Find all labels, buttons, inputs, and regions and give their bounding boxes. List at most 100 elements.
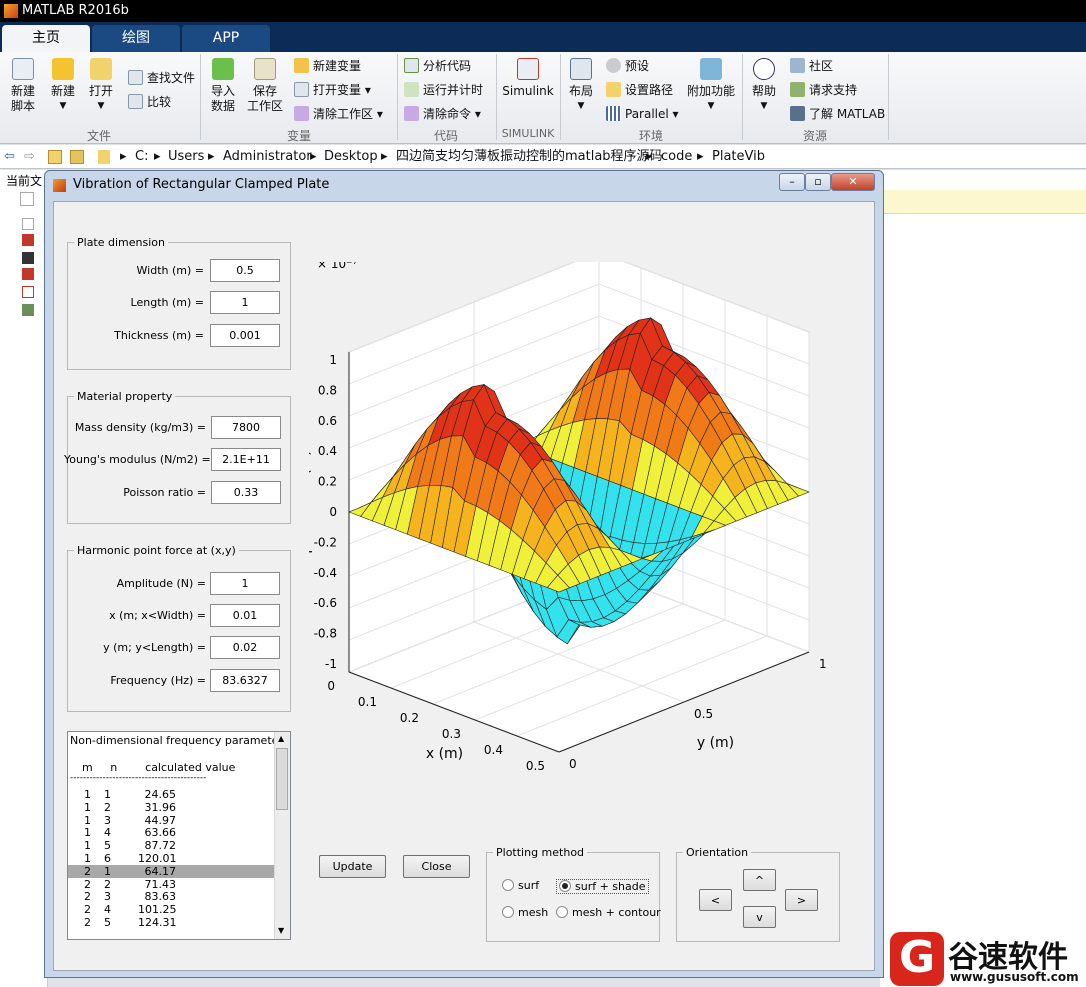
- set-path-button[interactable]: 设置路径: [606, 82, 673, 98]
- radio-mesh[interactable]: mesh: [502, 906, 548, 919]
- minimize-button[interactable]: –: [779, 173, 805, 191]
- frequency-input[interactable]: 83.6327: [210, 669, 280, 692]
- poisson-ratio-input[interactable]: 0.33: [211, 481, 281, 504]
- z-tick-label: 0.2: [318, 475, 337, 489]
- pdf-file-icon[interactable]: [22, 286, 34, 298]
- new-variable-button[interactable]: 新建变量: [294, 58, 361, 74]
- clear-workspace-button[interactable]: 清除工作区 ▾: [294, 106, 383, 122]
- radio-indicator: [559, 880, 571, 892]
- run-and-time-button[interactable]: 运行并计时: [404, 82, 483, 98]
- z-tick-label: -1: [325, 657, 337, 671]
- list-item[interactable]: 1 4 63.66: [68, 826, 274, 839]
- path-segment[interactable]: Users: [168, 145, 204, 168]
- clear-commands-button[interactable]: 清除命令 ▾: [404, 106, 481, 122]
- addons-button[interactable]: 附加功能 ▼: [686, 58, 736, 114]
- update-button[interactable]: Update: [319, 855, 386, 878]
- forward-arrow-icon[interactable]: ⇨: [24, 145, 35, 168]
- path-segment[interactable]: C:: [135, 145, 148, 168]
- surface-plot[interactable]: 1 0.8 0.6 0.4 0.2 0 -0.2 -0.4 -0.6 -0.8 -1 0 0.1 0.2 0…: [309, 262, 849, 822]
- radio-surf[interactable]: surf: [502, 879, 539, 892]
- path-segment[interactable]: code: [661, 145, 692, 168]
- parallel-button[interactable]: Parallel ▾: [606, 106, 679, 122]
- close-window-button[interactable]: ✕: [831, 173, 875, 191]
- open-button[interactable]: 打开 ▼: [84, 58, 118, 114]
- rotate-right-button[interactable]: >: [785, 889, 818, 911]
- file-icon[interactable]: [20, 192, 34, 206]
- list-item[interactable]: 2 1 64.17: [68, 864, 274, 878]
- plotting-method-panel: Plotting method: [486, 846, 660, 942]
- scroll-down-icon[interactable]: ▼: [278, 926, 284, 935]
- radio-mesh-contour[interactable]: mesh + contour: [556, 906, 661, 919]
- analyze-code-button[interactable]: 分析代码: [404, 58, 471, 74]
- list-item[interactable]: 2 4 101.25: [68, 903, 274, 916]
- find-files-button[interactable]: 查找文件: [128, 70, 195, 86]
- list-item[interactable]: 2 3 83.63: [68, 890, 274, 903]
- width-input[interactable]: 0.5: [210, 259, 280, 282]
- list-scrollbar[interactable]: ▲ ▼: [274, 732, 290, 939]
- rotate-up-button[interactable]: ^: [743, 869, 776, 891]
- list-item[interactable]: 1 5 87.72: [68, 839, 274, 852]
- file-icon[interactable]: [22, 268, 34, 280]
- length-input[interactable]: 1: [210, 291, 280, 314]
- community-button[interactable]: 社区: [790, 58, 833, 74]
- layout-button[interactable]: 布局 ▼: [566, 58, 596, 114]
- list-item[interactable]: 1 2 31.96: [68, 801, 274, 814]
- figure-app-icon: [53, 179, 66, 192]
- save-workspace-button[interactable]: 保存 工作区: [246, 58, 284, 114]
- amplitude-input[interactable]: 1: [210, 572, 280, 595]
- file-icon[interactable]: [22, 218, 34, 230]
- list-item[interactable]: 1 1 24.65: [68, 788, 274, 801]
- request-support-button[interactable]: 请求支持: [790, 82, 857, 98]
- back-arrow-icon[interactable]: ⇦: [4, 145, 15, 168]
- file-icon[interactable]: [22, 234, 34, 246]
- path-segment[interactable]: 四边简支均匀薄板振动控制的matlab程序源码: [396, 145, 663, 168]
- new-button[interactable]: 新建 ▼: [46, 58, 80, 114]
- thickness-input[interactable]: 0.001: [210, 324, 280, 347]
- new-script-button[interactable]: 新建 脚本: [6, 58, 40, 114]
- radio-surf-shade[interactable]: surf + shade: [556, 879, 649, 894]
- tab-home[interactable]: 主页: [2, 25, 90, 52]
- list-item[interactable]: 1 6 120.01: [68, 852, 274, 865]
- import-data-button[interactable]: 导入 数据: [206, 58, 240, 114]
- simulink-button[interactable]: Simulink: [502, 58, 554, 99]
- close-button[interactable]: Close: [403, 855, 470, 878]
- open-variable-button[interactable]: 打开变量 ▾: [294, 82, 371, 98]
- learn-matlab-button[interactable]: 了解 MATLAB: [790, 106, 885, 122]
- find-files-icon: [128, 70, 143, 85]
- list-n-value: 4: [104, 903, 111, 917]
- tab-apps[interactable]: APP: [182, 25, 270, 52]
- list-calculated-value: 83.63: [144, 890, 177, 904]
- path-segment[interactable]: Administrator: [223, 145, 312, 168]
- question-icon: [753, 58, 775, 80]
- list-n-value: 5: [104, 916, 111, 929]
- rotate-left-button[interactable]: <: [699, 889, 732, 911]
- path-segment[interactable]: Desktop: [324, 145, 378, 168]
- list-item[interactable]: 2 2 71.43: [68, 878, 274, 891]
- group-simulink: SIMULINK: [501, 127, 555, 140]
- force-y-input[interactable]: 0.02: [210, 636, 280, 659]
- y-axis-label: y (m): [697, 735, 734, 751]
- z-tick-label: -0.2: [314, 535, 337, 549]
- youngs-modulus-input[interactable]: 2.1E+11: [211, 448, 281, 471]
- file-icon[interactable]: [22, 304, 34, 316]
- mass-density-input[interactable]: 7800: [211, 416, 281, 439]
- tab-plots[interactable]: 绘图: [92, 25, 180, 52]
- addons-cubes-icon: [700, 58, 722, 80]
- help-button[interactable]: 帮助 ▼: [748, 58, 780, 114]
- up-folder-icon[interactable]: [48, 150, 62, 164]
- z-tick-label: 0.8: [318, 383, 337, 397]
- jpeg-file-icon[interactable]: [22, 252, 34, 264]
- list-item[interactable]: 1 3 44.97: [68, 814, 274, 827]
- path-segment[interactable]: PlateVib: [712, 145, 765, 168]
- rotate-down-button[interactable]: v: [743, 906, 776, 928]
- browse-folder-icon[interactable]: [70, 150, 84, 164]
- force-x-input[interactable]: 0.01: [210, 604, 280, 627]
- compare-button[interactable]: 比较: [128, 94, 171, 110]
- scroll-thumb[interactable]: [276, 748, 288, 810]
- list-item[interactable]: 2 5 124.31: [68, 916, 274, 929]
- maximize-button[interactable]: ▫: [805, 173, 831, 191]
- preferences-button[interactable]: 预设: [606, 58, 649, 74]
- group-environment: 环境: [638, 129, 663, 143]
- scroll-up-icon[interactable]: ▲: [278, 734, 284, 743]
- frequency-parameter-list[interactable]: Non-dimensional frequency parameter m n …: [67, 731, 291, 940]
